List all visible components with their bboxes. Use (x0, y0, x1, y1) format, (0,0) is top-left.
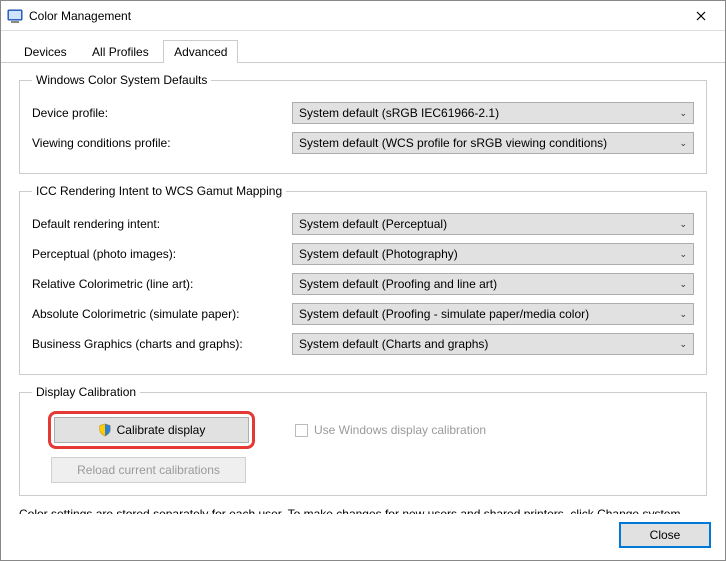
relative-colorimetric-select[interactable]: System default (Proofing and line art) ⌄ (292, 273, 694, 295)
perceptual-value: System default (Photography) (299, 247, 679, 261)
shield-icon (98, 423, 112, 437)
chevron-down-icon: ⌄ (679, 138, 687, 149)
highlight-annotation: Calibrate display (48, 411, 255, 449)
absolute-colorimetric-label: Absolute Colorimetric (simulate paper): (32, 307, 292, 321)
default-rendering-intent-label: Default rendering intent: (32, 217, 292, 231)
default-rendering-intent-value: System default (Perceptual) (299, 217, 679, 231)
perceptual-select[interactable]: System default (Photography) ⌄ (292, 243, 694, 265)
chevron-down-icon: ⌄ (679, 309, 687, 320)
relative-colorimetric-label: Relative Colorimetric (line art): (32, 277, 292, 291)
group-legend: ICC Rendering Intent to WCS Gamut Mappin… (32, 184, 286, 198)
chevron-down-icon: ⌄ (679, 339, 687, 350)
viewing-conditions-value: System default (WCS profile for sRGB vie… (299, 136, 679, 150)
default-rendering-intent-select[interactable]: System default (Perceptual) ⌄ (292, 213, 694, 235)
group-legend: Display Calibration (32, 385, 140, 399)
reload-calibrations-button[interactable]: Reload current calibrations (51, 457, 246, 483)
tab-advanced[interactable]: Advanced (163, 40, 238, 63)
business-graphics-select[interactable]: System default (Charts and graphs) ⌄ (292, 333, 694, 355)
tab-all-profiles[interactable]: All Profiles (81, 40, 160, 63)
absolute-colorimetric-value: System default (Proofing - simulate pape… (299, 307, 679, 321)
chevron-down-icon: ⌄ (679, 249, 687, 260)
device-profile-value: System default (sRGB IEC61966-2.1) (299, 106, 679, 120)
window-title: Color Management (29, 9, 681, 23)
color-management-window: Color Management Devices All Profiles Ad… (0, 0, 726, 561)
device-profile-label: Device profile: (32, 106, 292, 120)
app-icon (7, 8, 23, 24)
viewing-conditions-label: Viewing conditions profile: (32, 136, 292, 150)
titlebar: Color Management (1, 1, 725, 31)
settings-note: Color settings are stored separately for… (19, 506, 707, 514)
absolute-colorimetric-select[interactable]: System default (Proofing - simulate pape… (292, 303, 694, 325)
group-display-calibration: Display Calibration Calibrate display Us… (19, 385, 707, 496)
use-windows-calibration-label: Use Windows display calibration (314, 423, 486, 437)
chevron-down-icon: ⌄ (679, 108, 687, 119)
checkbox-icon (295, 424, 308, 437)
tab-content: Windows Color System Defaults Device pro… (1, 63, 725, 514)
chevron-down-icon: ⌄ (679, 219, 687, 230)
calibrate-display-label: Calibrate display (117, 423, 206, 437)
tab-devices[interactable]: Devices (13, 40, 78, 63)
chevron-down-icon: ⌄ (679, 279, 687, 290)
group-legend: Windows Color System Defaults (32, 73, 211, 87)
relative-colorimetric-value: System default (Proofing and line art) (299, 277, 679, 291)
business-graphics-label: Business Graphics (charts and graphs): (32, 337, 292, 351)
viewing-conditions-select[interactable]: System default (WCS profile for sRGB vie… (292, 132, 694, 154)
window-close-button[interactable] (681, 2, 721, 30)
tab-strip: Devices All Profiles Advanced (1, 31, 725, 63)
close-button-label: Close (650, 528, 681, 542)
group-icc-rendering-intent: ICC Rendering Intent to WCS Gamut Mappin… (19, 184, 707, 375)
dialog-footer: Close (1, 514, 725, 560)
group-windows-color-defaults: Windows Color System Defaults Device pro… (19, 73, 707, 174)
device-profile-select[interactable]: System default (sRGB IEC61966-2.1) ⌄ (292, 102, 694, 124)
perceptual-label: Perceptual (photo images): (32, 247, 292, 261)
close-button[interactable]: Close (619, 522, 711, 548)
business-graphics-value: System default (Charts and graphs) (299, 337, 679, 351)
calibrate-display-button[interactable]: Calibrate display (54, 417, 249, 443)
use-windows-calibration-checkbox[interactable]: Use Windows display calibration (295, 423, 486, 437)
reload-calibrations-label: Reload current calibrations (77, 463, 220, 477)
